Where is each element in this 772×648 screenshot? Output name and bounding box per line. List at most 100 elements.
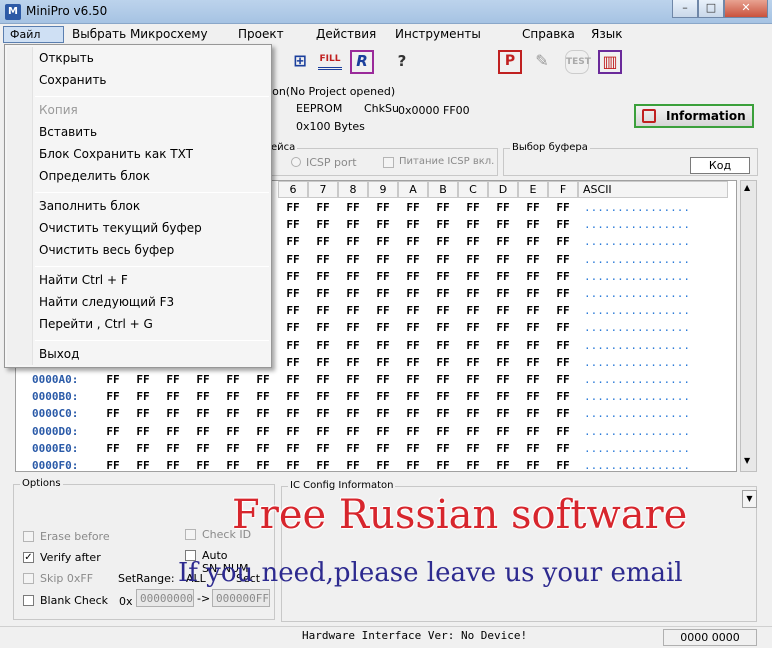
- hex-byte[interactable]: FF: [458, 425, 488, 438]
- hex-byte[interactable]: FF: [548, 390, 578, 403]
- hex-byte[interactable]: FF: [338, 235, 368, 248]
- hex-byte[interactable]: FF: [428, 407, 458, 420]
- check-id-checkbox[interactable]: [185, 529, 196, 540]
- hex-byte[interactable]: FF: [518, 373, 548, 386]
- hex-byte[interactable]: FF: [488, 287, 518, 300]
- hex-byte[interactable]: FF: [458, 218, 488, 231]
- hex-byte[interactable]: FF: [428, 304, 458, 317]
- hex-byte[interactable]: FF: [548, 235, 578, 248]
- menu-tools[interactable]: Инструменты: [395, 27, 481, 41]
- hex-byte[interactable]: FF: [518, 459, 548, 472]
- hex-byte[interactable]: FF: [338, 356, 368, 369]
- hex-byte[interactable]: FF: [488, 235, 518, 248]
- ic-config-dropdown-icon[interactable]: ▼: [742, 490, 757, 508]
- menu-item-goto[interactable]: Перейти , Ctrl + G: [39, 317, 153, 331]
- hex-byte[interactable]: FF: [98, 390, 128, 403]
- hex-byte[interactable]: FF: [428, 270, 458, 283]
- hex-byte[interactable]: FF: [398, 459, 428, 472]
- hex-byte[interactable]: FF: [278, 201, 308, 214]
- hex-byte[interactable]: FF: [158, 373, 188, 386]
- hex-ascii[interactable]: ................: [584, 356, 690, 369]
- hex-byte[interactable]: FF: [548, 442, 578, 455]
- buffer-code-button[interactable]: Код: [690, 157, 750, 174]
- hex-byte[interactable]: FF: [308, 304, 338, 317]
- skip-ff-checkbox[interactable]: [23, 573, 34, 584]
- hex-byte[interactable]: FF: [128, 373, 158, 386]
- hex-byte[interactable]: FF: [488, 356, 518, 369]
- hex-byte[interactable]: FF: [128, 442, 158, 455]
- hex-byte[interactable]: FF: [188, 459, 218, 472]
- hex-byte[interactable]: FF: [188, 390, 218, 403]
- hex-byte[interactable]: FF: [338, 373, 368, 386]
- hex-byte[interactable]: FF: [368, 356, 398, 369]
- hex-byte[interactable]: FF: [518, 287, 548, 300]
- hex-byte[interactable]: FF: [368, 253, 398, 266]
- hex-byte[interactable]: FF: [458, 253, 488, 266]
- menu-help[interactable]: Справка: [522, 27, 575, 41]
- hex-byte[interactable]: FF: [368, 270, 398, 283]
- icsp-radio[interactable]: [291, 157, 301, 167]
- hex-byte[interactable]: FF: [398, 270, 428, 283]
- hex-byte[interactable]: FF: [518, 270, 548, 283]
- hex-byte[interactable]: FF: [218, 373, 248, 386]
- hex-byte[interactable]: FF: [338, 425, 368, 438]
- hex-byte[interactable]: FF: [518, 407, 548, 420]
- hex-byte[interactable]: FF: [428, 321, 458, 334]
- hex-byte[interactable]: FF: [548, 304, 578, 317]
- hex-byte[interactable]: FF: [308, 253, 338, 266]
- hex-byte[interactable]: FF: [218, 459, 248, 472]
- hex-byte[interactable]: FF: [518, 218, 548, 231]
- hex-byte[interactable]: FF: [398, 287, 428, 300]
- hex-byte[interactable]: FF: [518, 304, 548, 317]
- erase-before-checkbox[interactable]: [23, 531, 34, 542]
- hex-byte[interactable]: FF: [398, 356, 428, 369]
- hex-byte[interactable]: FF: [308, 270, 338, 283]
- hex-byte[interactable]: FF: [458, 270, 488, 283]
- hex-byte[interactable]: FF: [278, 321, 308, 334]
- hex-byte[interactable]: FF: [368, 201, 398, 214]
- fill-icon[interactable]: FILL: [318, 50, 342, 70]
- hex-byte[interactable]: FF: [98, 373, 128, 386]
- hex-byte[interactable]: FF: [128, 459, 158, 472]
- menu-item-find-next[interactable]: Найти следующий F3: [39, 295, 174, 309]
- hex-byte[interactable]: FF: [458, 235, 488, 248]
- hex-byte[interactable]: FF: [398, 304, 428, 317]
- hex-byte[interactable]: FF: [368, 304, 398, 317]
- hex-byte[interactable]: FF: [518, 356, 548, 369]
- hex-byte[interactable]: FF: [548, 287, 578, 300]
- hex-byte[interactable]: FF: [368, 390, 398, 403]
- hex-ascii[interactable]: ................: [584, 201, 690, 214]
- hex-byte[interactable]: FF: [458, 459, 488, 472]
- hex-byte[interactable]: FF: [488, 442, 518, 455]
- hex-byte[interactable]: FF: [308, 321, 338, 334]
- range-start-field[interactable]: 00000000: [136, 589, 194, 607]
- hex-byte[interactable]: FF: [188, 442, 218, 455]
- hex-scrollbar[interactable]: ▲ ▼: [740, 180, 757, 472]
- hex-byte[interactable]: FF: [308, 390, 338, 403]
- hex-byte[interactable]: FF: [338, 339, 368, 352]
- hex-byte[interactable]: FF: [548, 270, 578, 283]
- hex-byte[interactable]: FF: [398, 253, 428, 266]
- hex-byte[interactable]: FF: [398, 218, 428, 231]
- hex-byte[interactable]: FF: [338, 390, 368, 403]
- hex-byte[interactable]: FF: [518, 339, 548, 352]
- menu-project[interactable]: Проект: [238, 27, 284, 41]
- hex-byte[interactable]: FF: [488, 425, 518, 438]
- hex-byte[interactable]: FF: [308, 459, 338, 472]
- icsp-power-checkbox[interactable]: [383, 157, 394, 168]
- menu-select-chip[interactable]: Выбрать Микросхему: [72, 27, 208, 41]
- hex-byte[interactable]: FF: [188, 407, 218, 420]
- hex-byte[interactable]: FF: [548, 356, 578, 369]
- hex-byte[interactable]: FF: [488, 270, 518, 283]
- hex-byte[interactable]: FF: [428, 356, 458, 369]
- hex-ascii[interactable]: ................: [584, 287, 690, 300]
- hex-ascii[interactable]: ................: [584, 339, 690, 352]
- maximize-button[interactable]: □: [698, 0, 724, 18]
- read-icon[interactable]: R: [350, 50, 374, 74]
- hex-byte[interactable]: FF: [548, 459, 578, 472]
- hex-byte[interactable]: FF: [428, 287, 458, 300]
- hex-byte[interactable]: FF: [308, 407, 338, 420]
- hex-byte[interactable]: FF: [458, 373, 488, 386]
- hex-byte[interactable]: FF: [488, 373, 518, 386]
- scroll-up-icon[interactable]: ▲: [744, 183, 750, 192]
